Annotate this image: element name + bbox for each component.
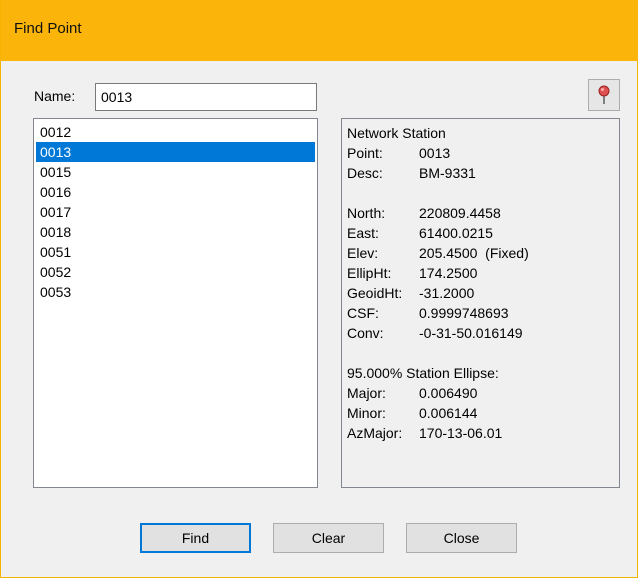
window-title: Find Point xyxy=(14,20,82,37)
detail-label: CSF: xyxy=(347,305,379,321)
locate-point-button[interactable] xyxy=(588,79,620,111)
detail-value: 205.4500 (Fixed) xyxy=(419,245,529,261)
list-item[interactable]: 0015 xyxy=(36,162,315,182)
detail-value: -31.2000 xyxy=(419,285,475,301)
detail-label: Major: xyxy=(347,385,386,401)
detail-value: 0.9999748693 xyxy=(419,305,509,321)
list-item-selected[interactable]: 0013 xyxy=(36,142,315,162)
list-item[interactable]: 0016 xyxy=(36,182,315,202)
detail-value: 0013 xyxy=(419,145,451,161)
detail-label: Desc: xyxy=(347,165,383,181)
detail-value: 170-13-06.01 xyxy=(419,425,503,441)
detail-label: GeoidHt: xyxy=(347,285,403,301)
close-button[interactable]: Close xyxy=(406,523,517,553)
list-item[interactable]: 0012 xyxy=(36,122,315,142)
detail-label: North: xyxy=(347,205,386,221)
list-item[interactable]: 0018 xyxy=(36,222,315,242)
detail-value: 174.2500 xyxy=(419,265,478,281)
detail-value: -0-31-50.016149 xyxy=(419,325,523,341)
name-input[interactable] xyxy=(95,83,317,111)
detail-value: BM-9331 xyxy=(419,165,476,181)
station-details-panel: Network Station Point: 0013 Desc: BM-933… xyxy=(341,118,620,488)
clear-button[interactable]: Clear xyxy=(273,523,384,553)
detail-value: 0.006490 xyxy=(419,385,478,401)
list-item[interactable]: 0051 xyxy=(36,242,315,262)
detail-label: Minor: xyxy=(347,405,386,421)
list-item[interactable]: 0052 xyxy=(36,262,315,282)
title-bar[interactable]: Find Point xyxy=(1,0,638,61)
list-item[interactable]: 0053 xyxy=(36,282,315,302)
detail-value: 0.006144 xyxy=(419,405,478,421)
detail-label: Point: xyxy=(347,145,383,161)
point-listbox[interactable]: 0012 0013 0015 0016 0017 0018 0051 0052 … xyxy=(33,118,318,488)
list-item[interactable]: 0017 xyxy=(36,202,315,222)
detail-label: Conv: xyxy=(347,325,384,341)
detail-label: AzMajor: xyxy=(347,425,403,441)
map-pin-icon xyxy=(598,85,610,104)
detail-label: EllipHt: xyxy=(347,265,392,281)
detail-label: Elev: xyxy=(347,245,379,261)
ellipse-heading: 95.000% Station Ellipse: xyxy=(347,365,499,381)
find-point-dialog: Find Point Name: 0012 0013 0015 0016 001… xyxy=(0,0,638,578)
find-button[interactable]: Find xyxy=(140,523,251,553)
detail-value: 220809.4458 xyxy=(419,205,501,221)
detail-label: East: xyxy=(347,225,379,241)
name-label: Name: xyxy=(34,88,76,104)
detail-value: 61400.0215 xyxy=(419,225,493,241)
details-heading: Network Station xyxy=(347,125,446,141)
